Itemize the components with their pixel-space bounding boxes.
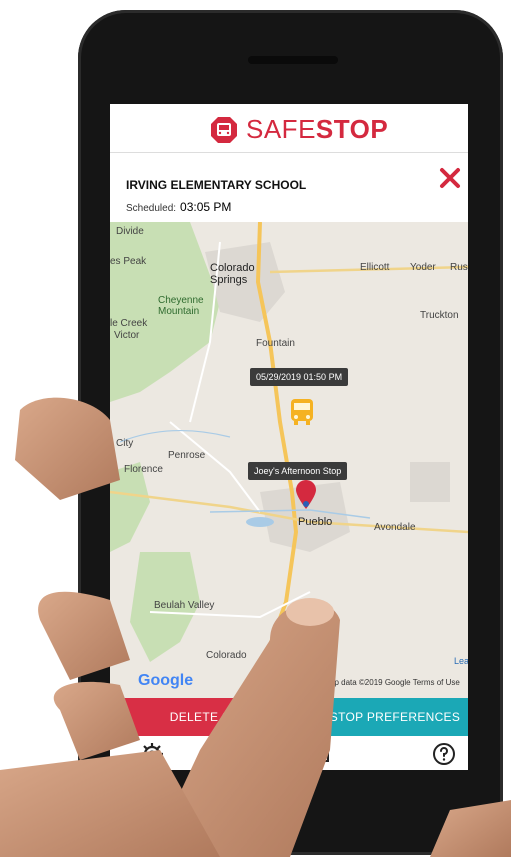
bus-tooltip: 05/29/2019 01:50 PM xyxy=(250,368,349,386)
label-colorado-springs: Colorado Springs xyxy=(210,262,255,286)
brand-part1: SAFE xyxy=(246,114,316,144)
label-es-peak: es Peak xyxy=(110,256,147,267)
label-fountain: Fountain xyxy=(256,338,295,349)
school-name: IRVING ELEMENTARY SCHOOL xyxy=(126,178,307,192)
label-yoder: Yoder xyxy=(410,262,436,273)
scheduled-row: Scheduled: 03:05 PM xyxy=(126,200,231,214)
label-divide: Divide xyxy=(116,226,144,237)
app-header: SAFESTOP xyxy=(110,104,468,153)
stop-sign-bus-icon xyxy=(211,116,237,143)
app-brand: SAFESTOP xyxy=(246,114,388,145)
label-victor: Victor xyxy=(114,330,140,341)
phone-speaker xyxy=(248,56,338,64)
label-rush: Rush xyxy=(450,262,468,273)
label-cheyenne-mountain: Cheyenne Mountain xyxy=(158,295,204,317)
app-logo: SAFESTOP xyxy=(210,114,388,145)
hand-image xyxy=(0,397,511,857)
label-truckton: Truckton xyxy=(420,310,459,321)
scheduled-label: Scheduled: xyxy=(126,203,177,214)
close-icon[interactable] xyxy=(438,166,462,190)
label-ellicott: Ellicott xyxy=(360,262,390,273)
scheduled-time: 03:05 PM xyxy=(180,200,232,214)
label-le-creek: le Creek xyxy=(110,318,148,329)
brand-part2: STOP xyxy=(315,114,389,144)
